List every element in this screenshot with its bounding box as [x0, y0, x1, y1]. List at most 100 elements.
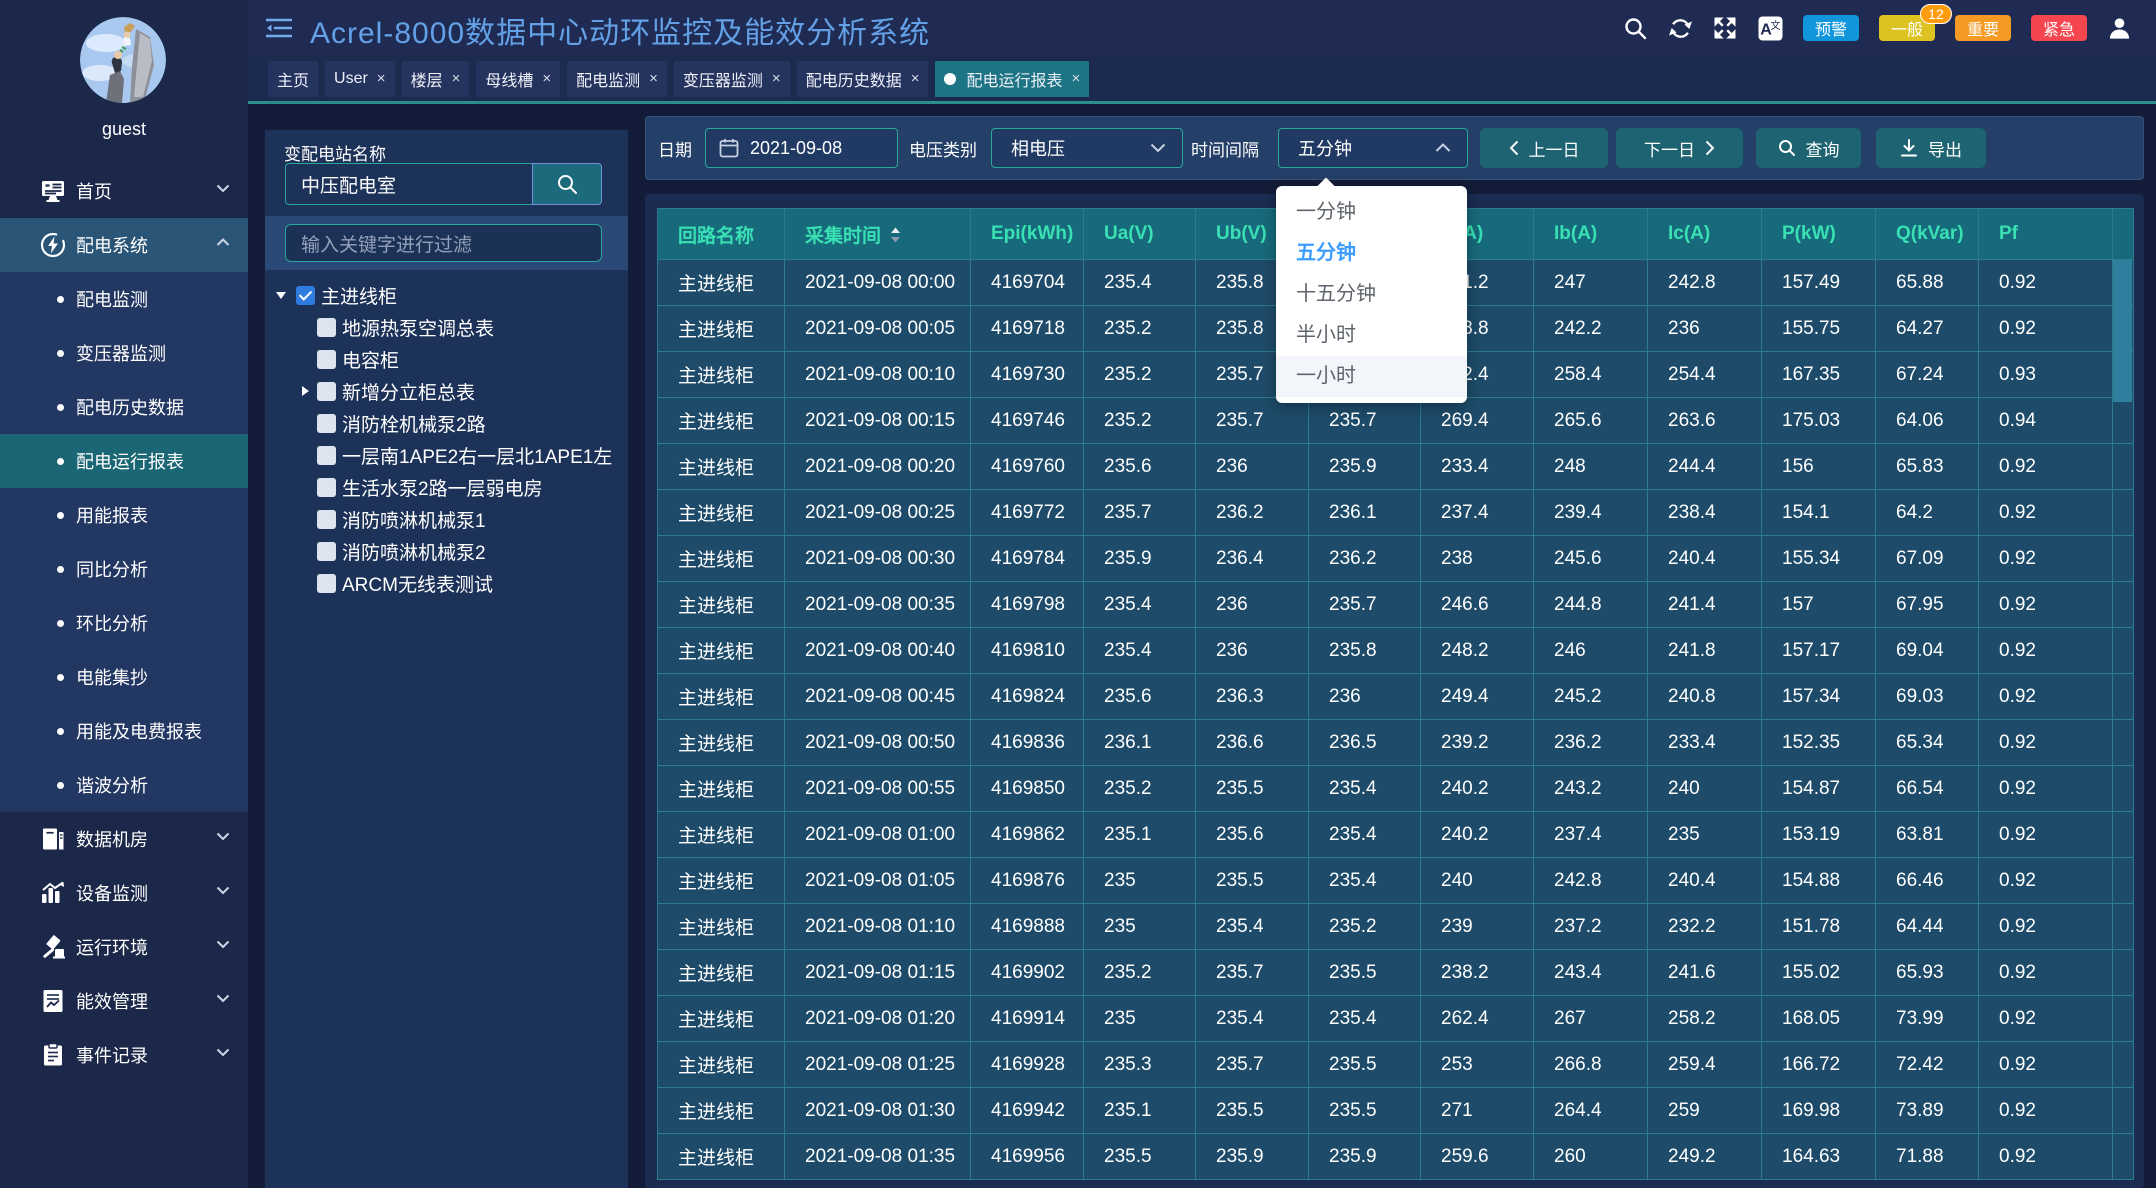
table-row[interactable]: 主进线柜2021-09-08 01:204169914235235.4235.4…	[658, 996, 2134, 1042]
sidebar-subitem-用能报表[interactable]: 用能报表	[0, 488, 248, 542]
tab-配电运行报表[interactable]: 配电运行报表×	[935, 61, 1089, 97]
tab-主页[interactable]: 主页	[268, 61, 318, 97]
date-input[interactable]: 2021-09-08	[705, 128, 898, 168]
dropdown-option-半小时[interactable]: 半小时	[1276, 315, 1467, 356]
tab-close-icon[interactable]: ×	[649, 70, 658, 87]
table-row[interactable]: 主进线柜2021-09-08 00:454169824235.6236.3236…	[658, 674, 2134, 720]
fullscreen-icon[interactable]	[1713, 16, 1738, 41]
sidebar-subitem-同比分析[interactable]: 同比分析	[0, 542, 248, 596]
vertical-scrollbar-thumb[interactable]	[2113, 260, 2132, 402]
hamburger-menu-icon[interactable]	[266, 17, 292, 39]
sidebar-subitem-配电运行报表[interactable]: 配电运行报表	[0, 434, 248, 488]
sidebar-item-事件记录[interactable]: 事件记录	[0, 1028, 248, 1082]
tab-close-icon[interactable]: ×	[452, 70, 461, 87]
table-row[interactable]: 主进线柜2021-09-08 00:254169772235.7236.2236…	[658, 490, 2134, 536]
station-search-input[interactable]: 中压配电室	[285, 163, 532, 205]
sidebar-item-设备监测[interactable]: 设备监测	[0, 866, 248, 920]
caret-right-icon[interactable]	[299, 385, 311, 397]
sidebar-subitem-配电监测[interactable]: 配电监测	[0, 272, 248, 326]
table-row[interactable]: 主进线柜2021-09-08 01:154169902235.2235.7235…	[658, 950, 2134, 996]
tab-配电监测[interactable]: 配电监测×	[567, 61, 667, 97]
checkbox-unchecked[interactable]	[317, 446, 336, 465]
checkbox-unchecked[interactable]	[317, 318, 336, 337]
table-row[interactable]: 主进线柜2021-09-08 01:054169876235235.5235.4…	[658, 858, 2134, 904]
checkbox-unchecked[interactable]	[317, 350, 336, 369]
tab-close-icon[interactable]: ×	[1071, 70, 1080, 87]
tree-node-消防栓机械泵2路[interactable]: 消防栓机械泵2路	[265, 407, 628, 439]
table-row[interactable]: 主进线柜2021-09-08 01:354169956235.5235.9235…	[658, 1134, 2134, 1180]
alarm-btn-zhongyao[interactable]: 重要	[1955, 15, 2011, 41]
next-day-button[interactable]: 下一日	[1616, 128, 1743, 168]
tree-filter-input[interactable]: 输入关键字进行过滤	[285, 224, 602, 262]
checkbox-unchecked[interactable]	[317, 542, 336, 561]
table-row[interactable]: 主进线柜2021-09-08 00:554169850235.2235.5235…	[658, 766, 2134, 812]
tab-close-icon[interactable]: ×	[911, 70, 920, 87]
checkbox-unchecked[interactable]	[317, 414, 336, 433]
dropdown-option-五分钟[interactable]: 五分钟	[1276, 233, 1467, 274]
tree-node-地源热泵空调总表[interactable]: 地源热泵空调总表	[265, 311, 628, 343]
alarm-btn-yujing[interactable]: 预警	[1803, 15, 1859, 41]
table-row[interactable]: 主进线柜2021-09-08 00:304169784235.9236.4236…	[658, 536, 2134, 582]
tree-node-消防喷淋机械泵2[interactable]: 消防喷淋机械泵2	[265, 535, 628, 567]
tree-node-生活水泵2路一层弱电房[interactable]: 生活水泵2路一层弱电房	[265, 471, 628, 503]
sidebar-subitem-谐波分析[interactable]: 谐波分析	[0, 758, 248, 812]
table-row[interactable]: 主进线柜2021-09-08 01:254169928235.3235.7235…	[658, 1042, 2134, 1088]
voltage-select[interactable]: 相电压	[991, 128, 1183, 168]
tab-楼层[interactable]: 楼层×	[402, 61, 470, 97]
export-button[interactable]: 导出	[1876, 128, 1986, 168]
sort-icon[interactable]	[889, 226, 902, 244]
sidebar-item-运行环境[interactable]: 运行环境	[0, 920, 248, 974]
tab-close-icon[interactable]: ×	[377, 70, 386, 87]
search-icon[interactable]	[1623, 16, 1648, 41]
column-header-采集时间[interactable]: 采集时间	[785, 209, 971, 260]
refresh-icon[interactable]	[1668, 16, 1693, 41]
checkbox-unchecked[interactable]	[317, 478, 336, 497]
user-icon[interactable]	[2107, 16, 2132, 41]
tree-node-新增分立柜总表[interactable]: 新增分立柜总表	[265, 375, 628, 407]
query-button[interactable]: 查询	[1756, 128, 1861, 168]
checkbox-unchecked[interactable]	[317, 382, 336, 401]
table-row[interactable]: 主进线柜2021-09-08 00:354169798235.4236235.7…	[658, 582, 2134, 628]
tab-close-icon[interactable]: ×	[772, 70, 781, 87]
interval-select[interactable]: 五分钟	[1278, 128, 1468, 168]
sidebar-item-首页[interactable]: 首页	[0, 164, 248, 218]
prev-day-button[interactable]: 上一日	[1480, 128, 1608, 168]
sidebar-subitem-电能集抄[interactable]: 电能集抄	[0, 650, 248, 704]
avatar[interactable]	[80, 17, 166, 103]
tree-node-主进线柜[interactable]: 主进线柜	[265, 279, 628, 311]
sidebar-item-能效管理[interactable]: 能效管理	[0, 974, 248, 1028]
table-row[interactable]: 主进线柜2021-09-08 00:504169836236.1236.6236…	[658, 720, 2134, 766]
table-row[interactable]: 主进线柜2021-09-08 00:204169760235.6236235.9…	[658, 444, 2134, 490]
tree-node-ARCM无线表测试[interactable]: ARCM无线表测试	[265, 567, 628, 599]
table-row[interactable]: 主进线柜2021-09-08 00:154169746235.2235.7235…	[658, 398, 2134, 444]
table-row[interactable]: 主进线柜2021-09-08 01:104169888235235.4235.2…	[658, 904, 2134, 950]
sidebar-subitem-配电历史数据[interactable]: 配电历史数据	[0, 380, 248, 434]
sidebar-item-配电系统[interactable]: 配电系统	[0, 218, 248, 272]
tree-node-一层南1APE2右一层北1APE1左[interactable]: 一层南1APE2右一层北1APE1左	[265, 439, 628, 471]
tab-母线槽[interactable]: 母线槽×	[476, 61, 560, 97]
sidebar-subitem-变压器监测[interactable]: 变压器监测	[0, 326, 248, 380]
sidebar-subitem-环比分析[interactable]: 环比分析	[0, 596, 248, 650]
dropdown-option-一分钟[interactable]: 一分钟	[1276, 192, 1467, 233]
sidebar-subitem-用能及电费报表[interactable]: 用能及电费报表	[0, 704, 248, 758]
table-row[interactable]: 主进线柜2021-09-08 01:304169942235.1235.5235…	[658, 1088, 2134, 1134]
station-search-button[interactable]	[532, 163, 602, 205]
dropdown-option-一小时[interactable]: 一小时	[1276, 356, 1467, 397]
table-row[interactable]: 主进线柜2021-09-08 01:004169862235.1235.6235…	[658, 812, 2134, 858]
translate-icon[interactable]: A 文	[1758, 16, 1783, 41]
checkbox-checked[interactable]	[296, 286, 315, 305]
tab-变压器监测[interactable]: 变压器监测×	[674, 61, 790, 97]
dropdown-option-十五分钟[interactable]: 十五分钟	[1276, 274, 1467, 315]
tab-User[interactable]: User×	[325, 61, 395, 97]
tab-配电历史数据[interactable]: 配电历史数据×	[797, 61, 929, 97]
alarm-btn-jinji[interactable]: 紧急	[2031, 15, 2087, 41]
sidebar-item-数据机房[interactable]: 数据机房	[0, 812, 248, 866]
checkbox-unchecked[interactable]	[317, 510, 336, 529]
tab-close-icon[interactable]: ×	[542, 70, 551, 87]
tree-node-电容柜[interactable]: 电容柜	[265, 343, 628, 375]
tree-node-消防喷淋机械泵1[interactable]: 消防喷淋机械泵1	[265, 503, 628, 535]
caret-down-icon[interactable]	[275, 289, 287, 301]
alarm-btn-yiban[interactable]: 一般 12	[1879, 15, 1935, 41]
table-row[interactable]: 主进线柜2021-09-08 00:404169810235.4236235.8…	[658, 628, 2134, 674]
checkbox-unchecked[interactable]	[317, 574, 336, 593]
